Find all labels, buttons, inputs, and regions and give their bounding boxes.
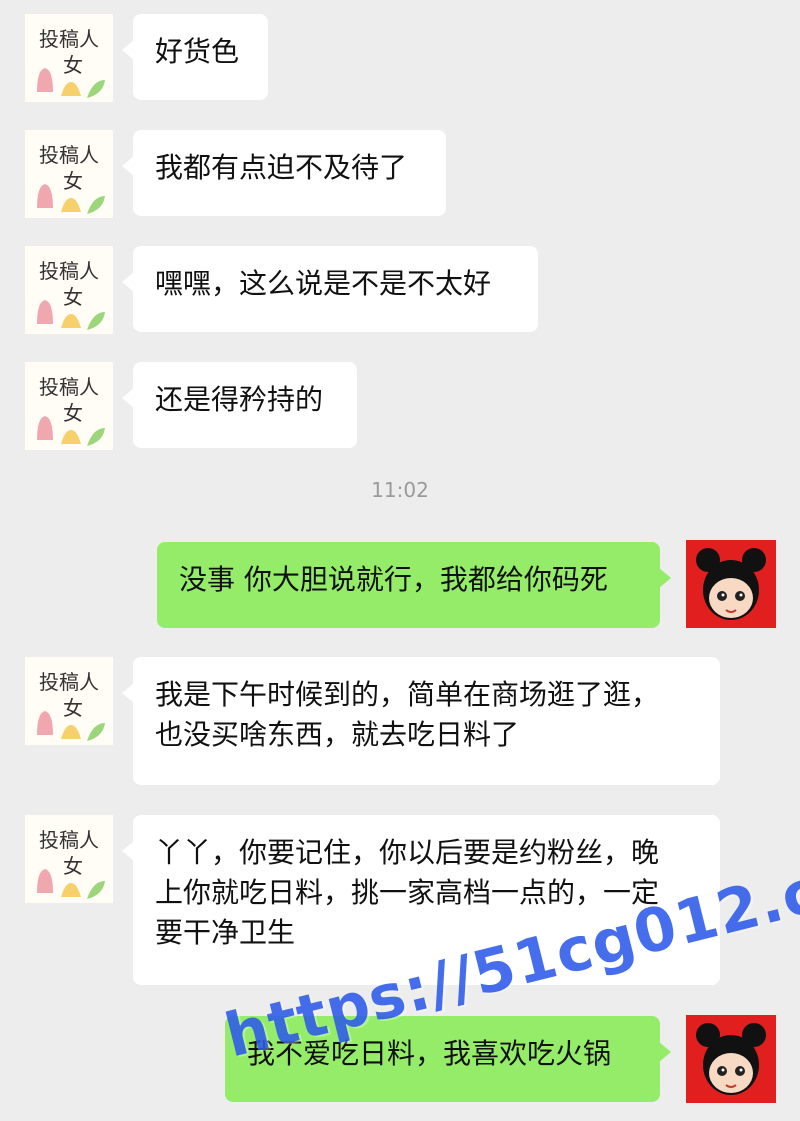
contact-avatar[interactable]: 投稿人 女 (25, 14, 113, 102)
avatar-caption-line2: 女 (63, 854, 83, 878)
message-bubble-outgoing[interactable]: 没事 你大胆说就行，我都给你码死 (157, 542, 671, 628)
tulip-sticker-avatar-icon: 投稿人 女 (37, 670, 105, 741)
avatar-caption-line1: 投稿人 (39, 143, 99, 167)
self-avatar[interactable] (686, 540, 776, 628)
avatar-caption-line1: 投稿人 (39, 27, 99, 51)
contact-avatar[interactable]: 投稿人 女 (25, 815, 113, 903)
message-bubble-incoming[interactable]: 好货色 (122, 14, 268, 100)
message-bubble-incoming[interactable]: 嘿嘿，这么说是不是不太好 (122, 246, 538, 332)
contact-avatar[interactable]: 投稿人 女 (25, 362, 113, 450)
avatar-caption-line1: 投稿人 (39, 375, 99, 399)
avatar-caption-line2: 女 (63, 53, 83, 77)
avatar-caption-line2: 女 (63, 401, 83, 425)
message-bubble-incoming[interactable]: 我是下午时候到的，简单在商场逛了逛， 也没买啥东西，就去吃日料了 (122, 657, 720, 785)
chat-area: 投稿人 女 好货色 投稿人 女 我都有点迫不及待了 投稿人 女 嘿嘿，这么说是不… (0, 0, 800, 1121)
avatar-caption-line2: 女 (63, 169, 83, 193)
avatar-caption-line1: 投稿人 (39, 259, 99, 283)
contact-avatar[interactable]: 投稿人 女 (25, 130, 113, 218)
avatar-caption-line1: 投稿人 (39, 828, 99, 852)
message-bubble-incoming[interactable]: 我都有点迫不及待了 (122, 130, 446, 216)
tulip-sticker-avatar-icon: 投稿人 女 (37, 259, 105, 330)
avatar-caption-line2: 女 (63, 285, 83, 309)
message-timestamp: 11:02 (371, 478, 429, 502)
tulip-sticker-avatar-icon: 投稿人 女 (37, 375, 105, 446)
contact-avatar[interactable]: 投稿人 女 (25, 246, 113, 334)
cartoon-girl-avatar-icon (696, 548, 766, 620)
tulip-sticker-avatar-icon: 投稿人 女 (37, 828, 105, 899)
tulip-sticker-avatar-icon: 投稿人 女 (37, 143, 105, 214)
cartoon-girl-avatar-icon (696, 1023, 766, 1095)
contact-avatar[interactable]: 投稿人 女 (25, 657, 113, 745)
self-avatar[interactable] (686, 1015, 776, 1103)
avatar-caption-line1: 投稿人 (39, 670, 99, 694)
tulip-sticker-avatar-icon: 投稿人 女 (37, 27, 105, 98)
avatar-caption-line2: 女 (63, 696, 83, 720)
message-bubble-incoming[interactable]: 还是得矜持的 (122, 362, 357, 448)
